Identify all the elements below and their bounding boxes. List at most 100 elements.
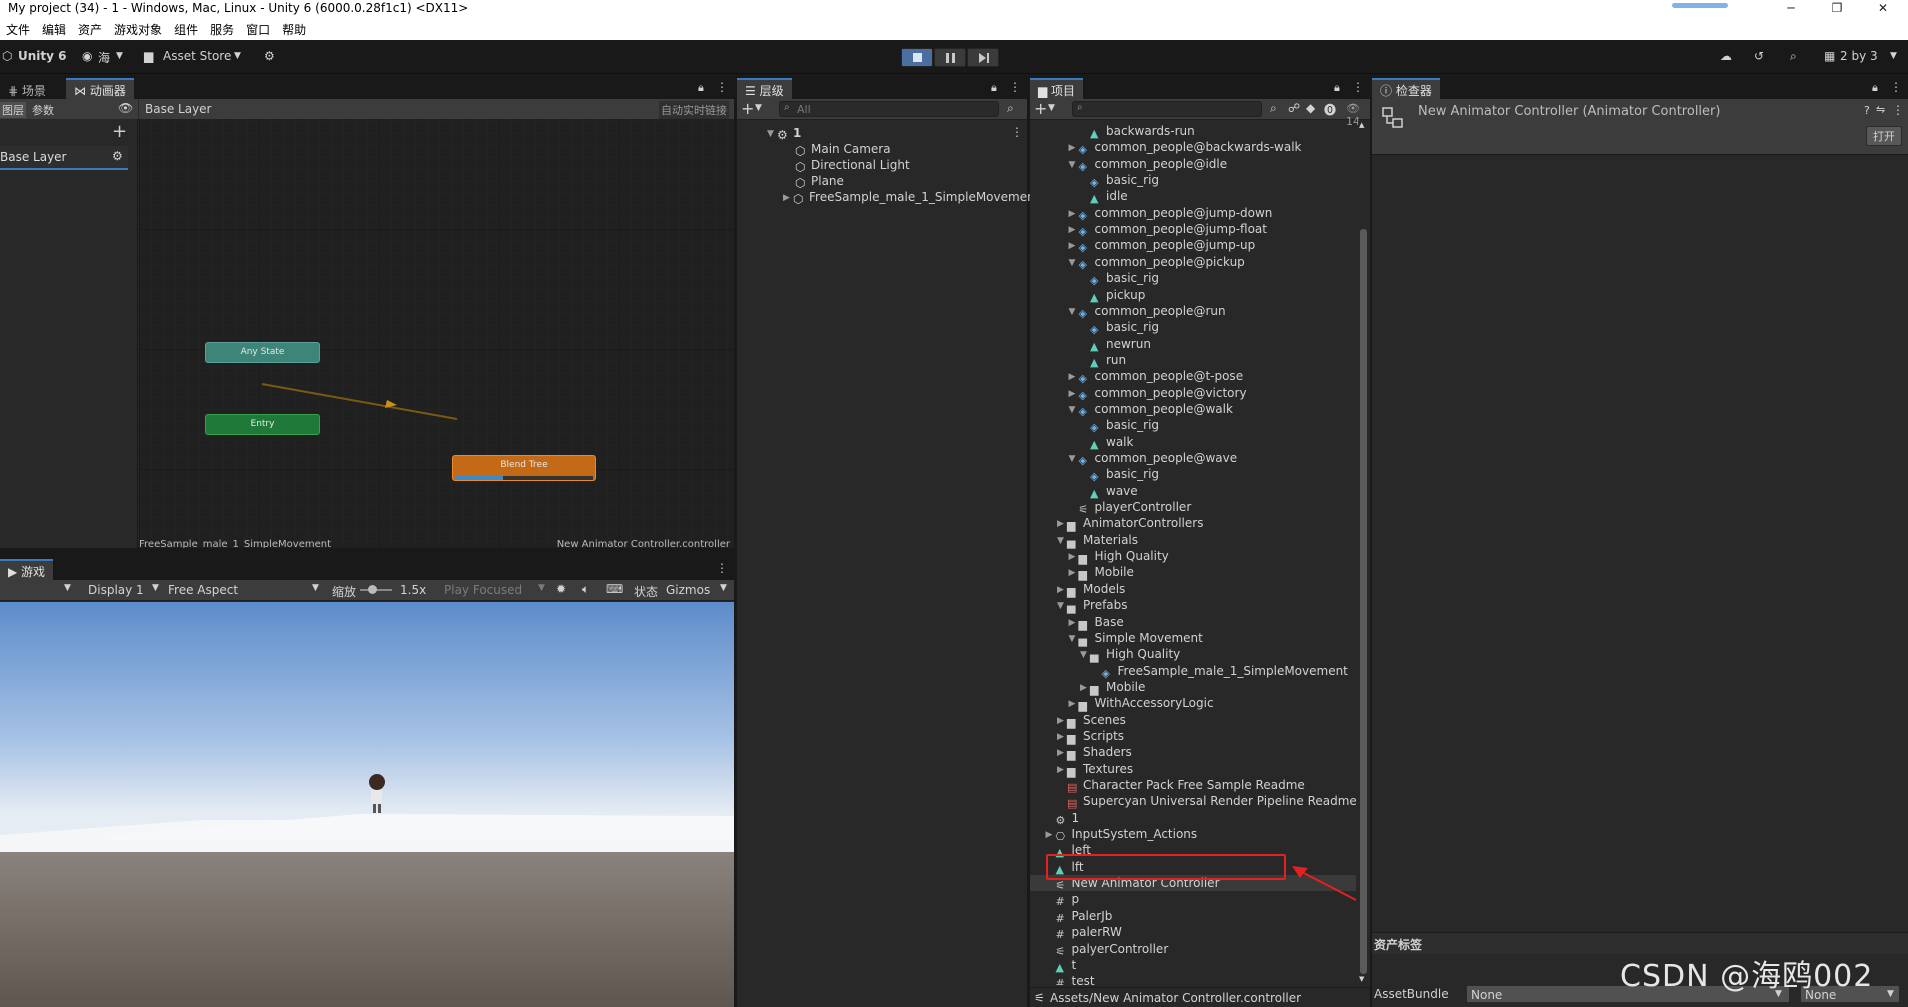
project-item[interactable]: ▶ ◈ common_people@victory <box>1030 385 1356 402</box>
project-item[interactable]: ▼ ▅ Materials <box>1030 532 1356 549</box>
play-focused-dropdown[interactable]: Play Focused <box>444 583 522 597</box>
inspector-options-icon[interactable]: ⋮ <box>1892 103 1904 117</box>
expand-right-icon[interactable]: ▶ <box>1069 696 1079 712</box>
stats-button[interactable]: 状态 <box>634 583 658 600</box>
project-item[interactable]: ▶ ▆ Models <box>1030 581 1356 598</box>
project-item[interactable]: ▶ ◈ common_people@t-pose <box>1030 368 1356 385</box>
game-kebab-icon[interactable]: ⋮ <box>716 561 728 575</box>
minimize-button[interactable]: ─ <box>1768 0 1814 18</box>
animator-graph[interactable]: Base Layer 自动实时链接 Any State Entry Blend … <box>139 99 734 548</box>
menu-assets[interactable]: 资产 <box>72 18 108 38</box>
expand-down-icon[interactable]: ▼ <box>1069 304 1079 320</box>
menu-gameobject[interactable]: 游戏对象 <box>108 18 168 38</box>
keyboard-icon[interactable]: ⌨ <box>606 582 623 596</box>
maximize-button[interactable]: ❐ <box>1814 0 1860 18</box>
project-item[interactable]: ⚟ palyerController <box>1030 941 1356 958</box>
scene-kebab-icon[interactable]: ⋮ <box>1011 125 1023 139</box>
project-item[interactable]: ▼ ▅ Simple Movement <box>1030 630 1356 647</box>
history-icon[interactable]: ↺ <box>1754 49 1764 63</box>
project-item[interactable]: ▶ ◈ common_people@backwards-walk <box>1030 139 1356 156</box>
project-item[interactable]: ▶ ⎔ InputSystem_Actions <box>1030 826 1356 843</box>
project-item[interactable]: ▶ ◈ common_people@jump-down <box>1030 205 1356 222</box>
expand-right-icon[interactable]: ▶ <box>1069 369 1079 385</box>
expand-right-icon[interactable]: ▶ <box>1069 206 1079 222</box>
layer-settings-gear-icon[interactable]: ⚙ <box>112 149 123 163</box>
project-item[interactable]: # palerRW <box>1030 924 1356 941</box>
expand-right-icon[interactable]: ▶ <box>1069 140 1079 156</box>
filter-type-icon[interactable]: ☍ <box>1288 101 1300 115</box>
expand-right-icon[interactable]: ▶ <box>1057 713 1067 729</box>
project-add-button[interactable]: + <box>1034 99 1047 118</box>
close-button[interactable]: ✕ <box>1860 0 1906 18</box>
gizmos-chevron-icon[interactable]: ▼ <box>720 583 727 593</box>
game-viewport[interactable] <box>0 602 734 1007</box>
menu-component[interactable]: 组件 <box>168 18 204 38</box>
expand-right-icon[interactable]: ▶ <box>1046 827 1056 843</box>
project-item[interactable]: ▶ ▆ Mobile <box>1030 564 1356 581</box>
project-item[interactable]: ▼ ▅ High Quality <box>1030 646 1356 663</box>
cloud-icon[interactable]: ☁ <box>1720 49 1732 63</box>
menu-edit[interactable]: 编辑 <box>36 18 72 38</box>
project-item[interactable]: ▲ walk <box>1030 434 1356 451</box>
scroll-thumb[interactable] <box>1360 229 1367 974</box>
project-item[interactable]: ▼ ▅ Prefabs <box>1030 597 1356 614</box>
menu-file[interactable]: 文件 <box>0 18 36 38</box>
layer-item-base[interactable]: Base Layer ⚙ <box>0 146 128 170</box>
hierarchy-item-character[interactable]: ▶ ⬡ FreeSample_male_1_SimpleMovement <box>783 189 1039 206</box>
hierarchy-add-chevron-icon[interactable]: ▼ <box>755 103 762 113</box>
tab-animator[interactable]: ⋈ 动画器 <box>66 78 134 99</box>
expand-down-icon[interactable]: ▼ <box>1057 533 1067 549</box>
expand-down-icon[interactable]: ▼ <box>1069 402 1079 418</box>
warning-icon[interactable]: ⓿ <box>1324 101 1336 118</box>
display-chevron-icon[interactable]: ▼ <box>152 583 159 593</box>
layout-dropdown[interactable]: 2 by 3 <box>1840 49 1878 63</box>
project-item[interactable]: ▼ ◈ common_people@run <box>1030 303 1356 320</box>
project-add-chevron-icon[interactable]: ▼ <box>1048 103 1055 113</box>
project-item[interactable]: ◈ basic_rig <box>1030 417 1356 434</box>
expand-right-icon[interactable]: ▶ <box>1069 549 1079 565</box>
project-item[interactable]: ▶ ▆ AnimatorControllers <box>1030 515 1356 532</box>
project-item[interactable]: ▼ ◈ common_people@walk <box>1030 401 1356 418</box>
audio-icon[interactable]: 🔈︎ <box>582 582 589 597</box>
breadcrumb[interactable]: Base Layer <box>145 102 212 116</box>
account-chevron-icon[interactable]: ▼ <box>116 51 123 61</box>
step-button[interactable] <box>967 48 999 67</box>
presets-icon[interactable]: ⇋ <box>1876 103 1885 116</box>
expand-right-icon[interactable]: ▶ <box>1069 565 1079 581</box>
open-button[interactable]: 打开 <box>1866 126 1902 146</box>
project-item[interactable]: ▶ ▆ Scenes <box>1030 712 1356 729</box>
expand-right-icon[interactable]: ▶ <box>1069 222 1079 238</box>
project-item[interactable]: ◈ basic_rig <box>1030 172 1356 189</box>
unity-version-label[interactable]: Unity 6 <box>18 49 67 63</box>
project-item[interactable]: ▶ ◈ common_people@jump-float <box>1030 221 1356 238</box>
expand-down-icon[interactable]: ▼ <box>1069 451 1079 467</box>
expand-down-icon[interactable]: ▼ <box>1057 598 1067 614</box>
project-item[interactable]: # test <box>1030 973 1356 985</box>
project-item[interactable]: ▤ Supercyan Universal Render Pipeline Rea… <box>1030 793 1356 810</box>
project-item[interactable]: ⚟ playerController <box>1030 499 1356 516</box>
node-entry[interactable]: Entry <box>205 414 320 435</box>
menu-window[interactable]: 窗口 <box>240 18 276 38</box>
scroll-down-icon[interactable]: ▼ <box>1359 975 1364 983</box>
scene-root[interactable]: ▼ ⚙ 1 <box>767 125 801 142</box>
tab-game[interactable]: ▶ 游戏 <box>0 559 54 580</box>
title-slider[interactable] <box>1672 3 1728 8</box>
play-focused-chevron-icon[interactable]: ▼ <box>538 583 545 593</box>
kebab-menu-icon[interactable]: ⋮ <box>716 80 728 94</box>
project-item[interactable]: ▲ wave <box>1030 483 1356 500</box>
account-icon[interactable]: ◉ <box>82 49 92 63</box>
project-item[interactable]: ▤ Character Pack Free Sample Readme <box>1030 777 1356 794</box>
project-lock-icon[interactable]: 🔒︎ <box>1334 81 1340 95</box>
gizmos-button[interactable]: Gizmos <box>666 583 710 597</box>
expand-right-icon[interactable]: ▶ <box>1057 729 1067 745</box>
project-item[interactable]: ▲ run <box>1030 352 1356 369</box>
add-layer-button[interactable]: + <box>112 121 127 142</box>
expand-down-icon[interactable]: ▼ <box>1069 157 1079 173</box>
project-item[interactable]: ◈ basic_rig <box>1030 270 1356 287</box>
tab-scene[interactable]: ⋕ 场景 <box>0 78 54 99</box>
expand-right-icon[interactable]: ▶ <box>1080 680 1090 696</box>
expand-down-icon[interactable]: ▼ <box>1069 631 1079 647</box>
hierarchy-kebab-icon[interactable]: ⋮ <box>1009 80 1021 94</box>
aspect-chevron-icon[interactable]: ▼ <box>312 583 319 593</box>
layout-chevron-icon[interactable]: ▼ <box>1890 51 1897 61</box>
